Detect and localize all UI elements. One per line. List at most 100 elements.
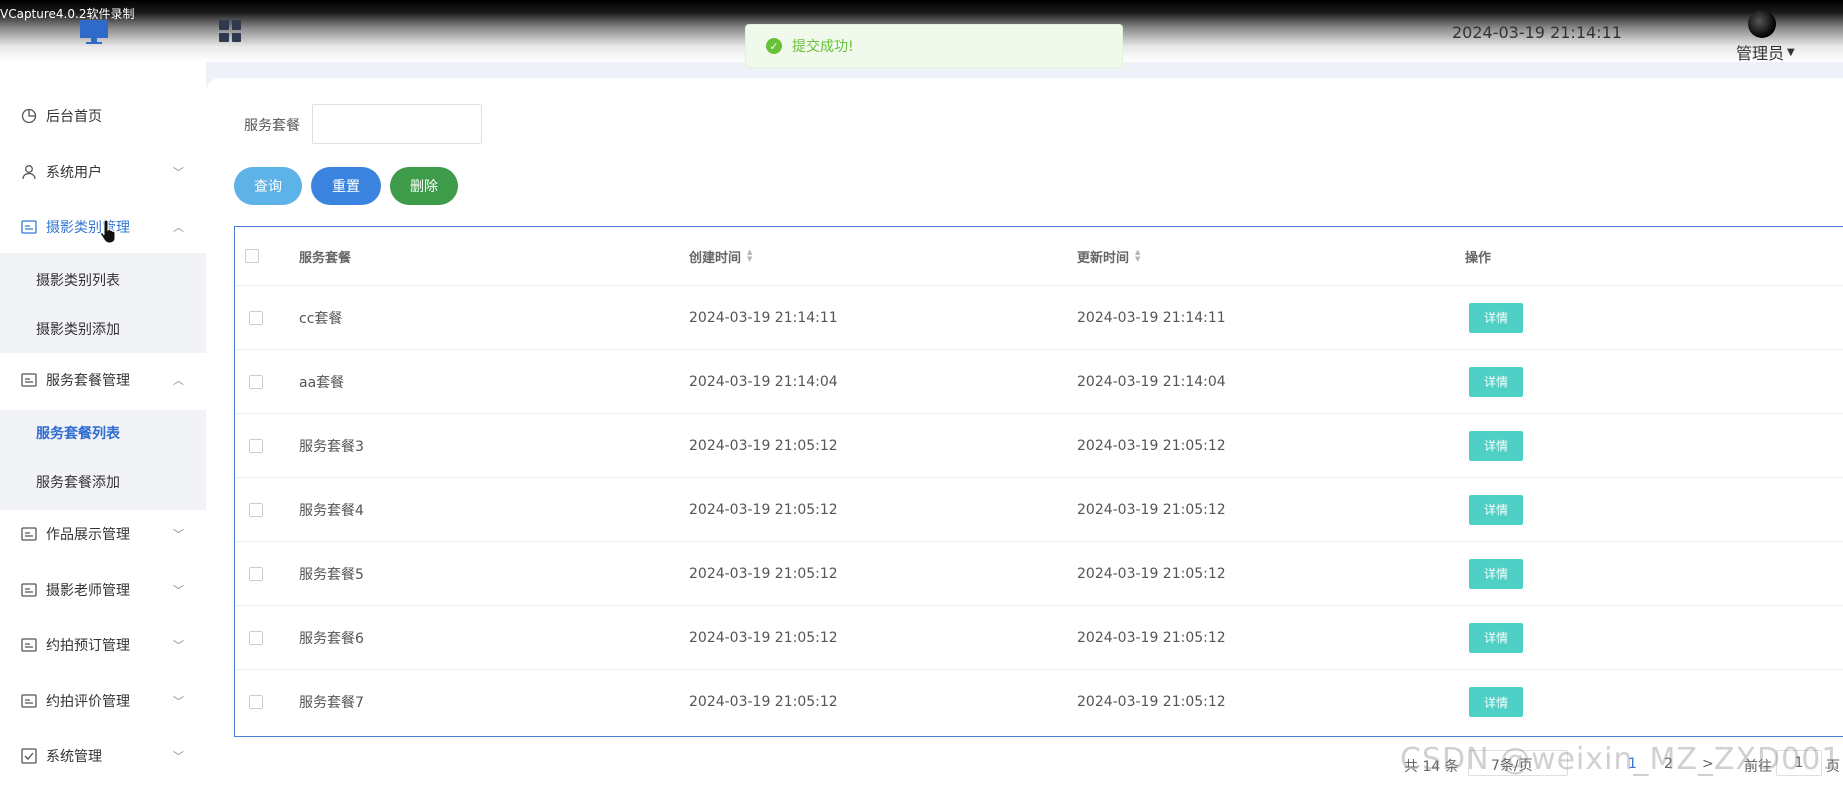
table-header-row: 服务套餐 创建时间 ▲ ▼ 更新时间 ▲ ▼ 操作 — [235, 227, 1843, 286]
sidebar-item-label: 约拍预订管理 — [46, 638, 130, 654]
cell-created: 2024-03-19 21:05:12 — [689, 501, 838, 518]
cell-package-name: aa套餐 — [299, 374, 345, 391]
sidebar-item-home[interactable]: 后台首页 — [0, 94, 206, 138]
sidebar-item-reviews[interactable]: 约拍评价管理 ﹀ — [0, 679, 206, 723]
check-box-icon — [20, 747, 38, 765]
sidebar-item-bookings[interactable]: 约拍预订管理 ﹀ — [0, 623, 206, 667]
sidebar-item-system-users[interactable]: 系统用户 ﹀ — [0, 150, 206, 194]
user-menu[interactable]: 管理员 ▼ — [1736, 40, 1795, 64]
package-search-input[interactable] — [312, 104, 482, 144]
check-circle-icon: ✓ — [766, 38, 782, 54]
card-icon — [20, 371, 38, 389]
chevron-down-icon: ﹀ — [173, 639, 184, 652]
cell-updated: 2024-03-19 21:05:12 — [1077, 629, 1226, 646]
card-icon — [20, 218, 38, 236]
chevron-down-icon: ﹀ — [173, 695, 184, 708]
sort-icon[interactable]: ▲ ▼ — [1135, 249, 1140, 263]
cell-updated: 2024-03-19 21:05:12 — [1077, 694, 1226, 710]
sidebar-item-label: 摄影老师管理 — [46, 583, 130, 599]
sidebar-item-label: 后台首页 — [46, 109, 102, 125]
sidebar-item-label: 系统管理 — [46, 749, 102, 765]
table-row: 服务套餐4 2024-03-19 21:05:12 2024-03-19 21:… — [235, 478, 1843, 542]
sidebar-item-works[interactable]: 作品展示管理 ﹀ — [0, 512, 206, 556]
column-header-created[interactable]: 创建时间 ▲ ▼ — [689, 227, 752, 285]
capture-label: VCapture4.0.2软件录制 — [0, 7, 135, 21]
monitor-logo-icon — [78, 18, 110, 46]
table-row: 服务套餐6 2024-03-19 21:05:12 2024-03-19 21:… — [235, 606, 1843, 670]
sort-icon[interactable]: ▲ ▼ — [747, 249, 752, 263]
hand-cursor-icon — [100, 218, 120, 248]
sidebar-subitem-category-add[interactable]: 摄影类别添加 — [0, 307, 206, 351]
cell-created: 2024-03-19 21:05:12 — [689, 694, 838, 710]
user-name: 管理员 — [1736, 44, 1785, 63]
avatar[interactable] — [1748, 10, 1776, 38]
detail-button[interactable]: 详情 — [1469, 302, 1523, 333]
detail-button[interactable]: 详情 — [1469, 494, 1523, 525]
detail-button[interactable]: 详情 — [1469, 430, 1523, 461]
sidebar-subitem-package-list[interactable]: 服务套餐列表 — [0, 411, 206, 455]
column-header-package: 服务套餐 — [299, 250, 352, 266]
cell-updated: 2024-03-19 21:14:11 — [1077, 309, 1226, 326]
row-checkbox[interactable] — [249, 438, 263, 453]
chevron-down-icon: ﹀ — [173, 166, 184, 179]
card-icon — [20, 692, 38, 710]
sidebar-subitem-category-list[interactable]: 摄影类别列表 — [0, 258, 206, 302]
watermark: CSDN @weixin_MZ_ZXD001 — [1400, 742, 1842, 777]
cell-package-name: 服务套餐6 — [299, 630, 364, 647]
row-checkbox[interactable] — [249, 630, 263, 645]
header-datetime: 2024-03-19 21:14:11 — [1452, 23, 1622, 42]
row-checkbox[interactable] — [249, 566, 263, 581]
column-header-label: 创建时间 — [689, 250, 742, 266]
row-checkbox[interactable] — [249, 374, 263, 389]
cell-created: 2024-03-19 21:14:11 — [689, 309, 838, 326]
table-row: 服务套餐5 2024-03-19 21:05:12 2024-03-19 21:… — [235, 542, 1843, 606]
chevron-down-icon: ﹀ — [173, 528, 184, 541]
chevron-up-icon: ︿ — [173, 221, 184, 234]
cell-package-name: 服务套餐4 — [299, 502, 364, 519]
detail-button[interactable]: 详情 — [1469, 622, 1523, 653]
card-icon — [20, 636, 38, 654]
success-toast: ✓ 提交成功! — [745, 24, 1123, 68]
cell-package-name: 服务套餐3 — [299, 438, 364, 455]
card-icon — [20, 525, 38, 543]
row-checkbox[interactable] — [249, 310, 263, 325]
sidebar-item-service-package[interactable]: 服务套餐管理 ︿ — [0, 358, 206, 402]
table-row: 服务套餐3 2024-03-19 21:05:12 2024-03-19 21:… — [235, 414, 1843, 478]
sidebar-subitem-package-add[interactable]: 服务套餐添加 — [0, 460, 206, 504]
cell-created: 2024-03-19 21:05:12 — [689, 437, 838, 454]
column-header-actions: 操作 — [1465, 250, 1492, 266]
cell-created: 2024-03-19 21:05:12 — [689, 629, 838, 646]
detail-button[interactable]: 详情 — [1469, 687, 1523, 717]
chevron-down-icon: ﹀ — [173, 584, 184, 597]
detail-button[interactable]: 详情 — [1469, 558, 1523, 589]
row-checkbox[interactable] — [249, 695, 263, 709]
table-row: cc套餐 2024-03-19 21:14:11 2024-03-19 21:1… — [235, 286, 1843, 350]
cell-package-name: cc套餐 — [299, 310, 343, 327]
column-header-updated[interactable]: 更新时间 ▲ ▼ — [1077, 227, 1140, 285]
sidebar-item-label: 服务套餐管理 — [46, 373, 130, 389]
cell-package-name: 服务套餐5 — [299, 566, 364, 583]
delete-button[interactable]: 删除 — [390, 167, 458, 205]
clock-icon — [20, 107, 38, 125]
cell-updated: 2024-03-19 21:05:12 — [1077, 501, 1226, 518]
sidebar-item-system-management[interactable]: 系统管理 ﹀ — [0, 734, 206, 778]
toast-message: 提交成功! — [792, 39, 854, 55]
package-table: 服务套餐 创建时间 ▲ ▼ 更新时间 ▲ ▼ 操作 cc套餐 2024-03-19 … — [234, 226, 1843, 737]
reset-button[interactable]: 重置 — [311, 167, 381, 205]
sidebar-item-label: 系统用户 — [46, 165, 102, 181]
cell-updated: 2024-03-19 21:05:12 — [1077, 437, 1226, 454]
select-all-checkbox[interactable] — [245, 249, 259, 263]
query-button[interactable]: 查询 — [234, 167, 302, 205]
column-header-label: 更新时间 — [1077, 250, 1130, 266]
cell-package-name: 服务套餐7 — [299, 695, 364, 711]
sidebar-item-photographers[interactable]: 摄影老师管理 ﹀ — [0, 568, 206, 612]
menu-grid-icon[interactable] — [219, 20, 241, 42]
chevron-down-icon: ﹀ — [173, 750, 184, 763]
detail-button[interactable]: 详情 — [1469, 366, 1523, 397]
caret-down-icon: ▼ — [1787, 46, 1795, 58]
search-label: 服务套餐 — [244, 118, 300, 134]
user-icon — [20, 163, 38, 181]
sidebar-item-label: 作品展示管理 — [46, 527, 130, 543]
sidebar-item-label: 约拍评价管理 — [46, 694, 130, 710]
row-checkbox[interactable] — [249, 502, 263, 517]
